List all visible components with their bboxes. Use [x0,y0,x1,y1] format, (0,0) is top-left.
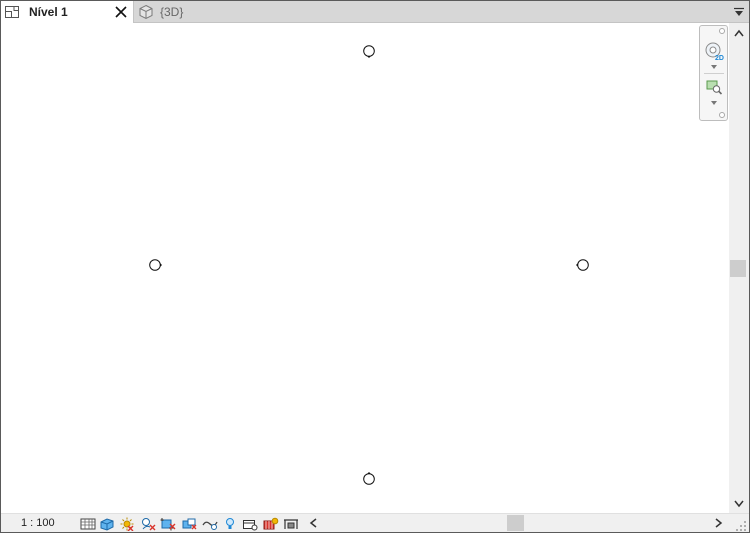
scroll-up-icon[interactable] [732,26,746,40]
elevation-marker-west-icon[interactable] [147,257,163,273]
chevron-down-icon[interactable] [709,64,719,70]
vertical-scrollbar[interactable] [729,23,749,513]
chevron-down-icon[interactable] [709,100,719,106]
reveal-hidden-icon[interactable] [221,515,239,532]
floor-plan-icon [1,1,23,23]
elevation-marker-east-icon[interactable] [575,257,591,273]
drawing-canvas[interactable] [1,23,729,513]
zoom-region-icon[interactable] [703,76,725,98]
view-scale[interactable]: 1 : 100 [21,514,55,532]
navbar-options-icon[interactable] [719,112,725,118]
shadows-icon[interactable] [139,515,157,532]
tab-nivel-1[interactable]: Nível 1 [1,1,134,23]
reveal-constraints-icon[interactable] [262,515,280,532]
scroll-left-icon[interactable] [306,516,320,530]
highlight-displacement-icon[interactable] [282,515,300,532]
show-crop-region-icon[interactable] [180,515,198,532]
svg-text:2D: 2D [715,55,724,61]
tab-list-dropdown-icon[interactable] [731,4,747,20]
navigation-bar: 2D [699,25,728,121]
horizontal-scroll-thumb[interactable] [507,515,524,531]
3d-view-icon [135,1,157,23]
elevation-marker-south-icon[interactable] [361,471,377,487]
temporary-hide-icon[interactable] [201,515,219,532]
revit-view-window: Nível 1 {3D} 2D 1: 100 [0,0,750,533]
tab-label: Nível 1 [29,5,68,19]
horizontal-scrollbar[interactable] [304,514,729,532]
close-icon[interactable] [112,3,130,21]
tab-label: {3D} [160,5,184,19]
elevation-marker-north-icon[interactable] [361,43,377,59]
visual-style-icon[interactable] [98,515,116,532]
view-tab-bar: Nível 1 {3D} [1,1,749,23]
vertical-scroll-thumb[interactable] [730,260,746,277]
temporary-view-properties-icon[interactable] [241,515,259,532]
2d-wheel-icon[interactable]: 2D [703,40,725,62]
tab-3d[interactable]: {3D} [135,1,215,23]
resize-grip-icon[interactable] [735,519,747,531]
scroll-down-icon[interactable] [732,497,746,511]
navbar-close-icon[interactable] [719,28,725,34]
view-control-bar: 1 : 100 [1,513,749,532]
crop-view-icon[interactable] [159,515,177,532]
detail-level-icon[interactable] [79,515,97,532]
navbar-separator [704,73,724,74]
scroll-right-icon[interactable] [712,516,726,530]
sun-path-icon[interactable] [118,515,136,532]
